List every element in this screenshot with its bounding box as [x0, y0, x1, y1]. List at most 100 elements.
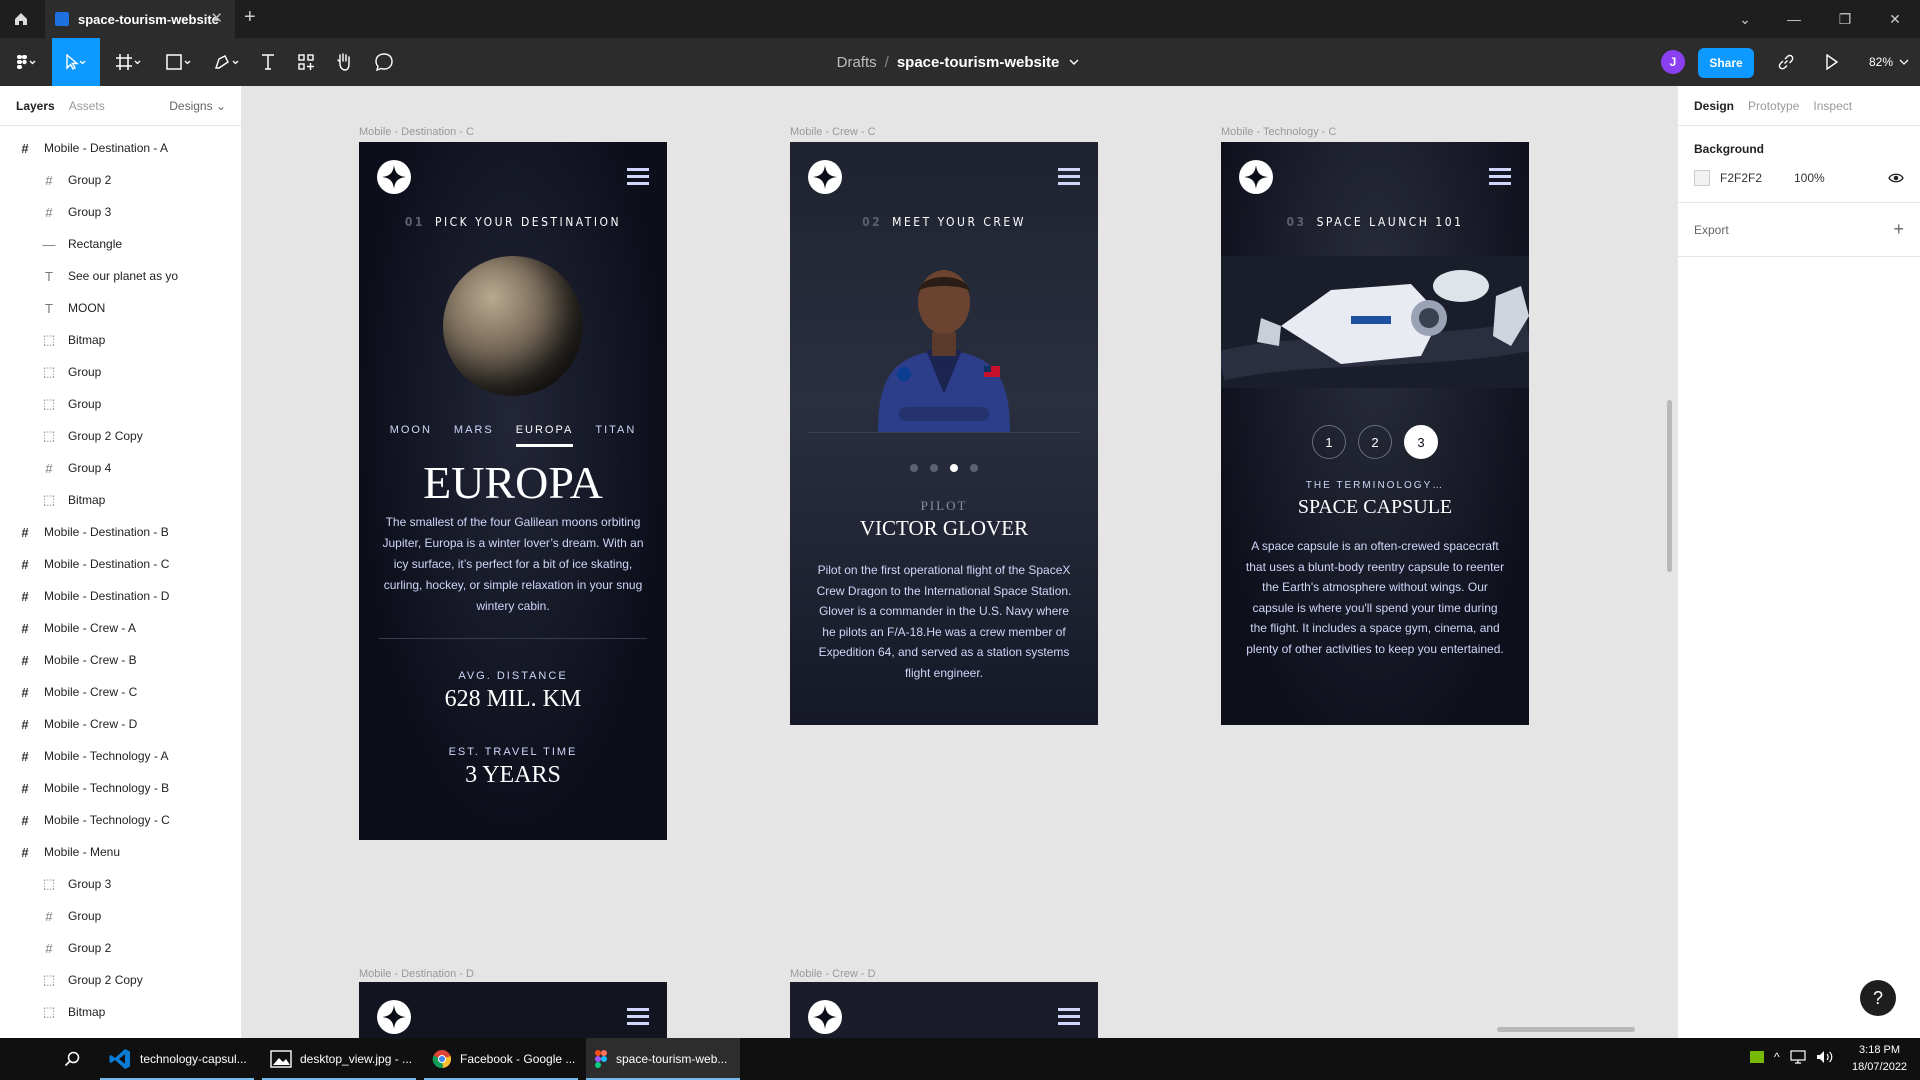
- tab-layers[interactable]: Layers: [16, 99, 55, 113]
- home-button[interactable]: [0, 0, 42, 38]
- tab-mars: MARS: [453, 424, 494, 436]
- layer-item[interactable]: # Mobile - Technology - C: [0, 804, 241, 836]
- frame-label-destination-c[interactable]: Mobile - Destination - C: [359, 126, 474, 138]
- layer-item[interactable]: # Mobile - Destination - A: [0, 132, 241, 164]
- taskbar-photos[interactable]: desktop_view.jpg - ...: [262, 1038, 416, 1080]
- image-viewer-icon: [270, 1050, 292, 1068]
- chevron-up-icon[interactable]: ^: [1774, 1050, 1780, 1064]
- destination-tabs: MOON MARS EUROPA TITAN: [359, 424, 667, 447]
- layer-item[interactable]: ⬚ Group: [0, 356, 241, 388]
- layer-item[interactable]: # Mobile - Crew - B: [0, 644, 241, 676]
- present-button[interactable]: [1816, 38, 1848, 86]
- tab-design[interactable]: Design: [1694, 99, 1734, 113]
- layer-label: Bitmap: [68, 493, 106, 507]
- bg-opacity-input[interactable]: 100%: [1794, 171, 1825, 185]
- layer-item[interactable]: — Rectangle: [0, 228, 241, 260]
- frame-icon: #: [21, 556, 29, 572]
- new-tab-button[interactable]: +: [244, 6, 256, 29]
- heading-text: SPACE LAUNCH 101: [1316, 215, 1464, 229]
- layer-item[interactable]: # Mobile - Destination - C: [0, 548, 241, 580]
- destination-title: EUROPA: [423, 457, 603, 508]
- frame-destination-d[interactable]: [359, 982, 667, 1038]
- frame-destination-c[interactable]: 01 PICK YOUR DESTINATION MOON MARS EUROPA…: [359, 142, 667, 840]
- layer-item[interactable]: # Group 3: [0, 196, 241, 228]
- chevron-down-icon[interactable]: [1065, 56, 1083, 68]
- share-button[interactable]: Share: [1698, 48, 1754, 78]
- frame-icon: #: [45, 908, 53, 924]
- taskbar-figma[interactable]: space-tourism-web...: [586, 1038, 740, 1080]
- clock[interactable]: 3:18 PM 18/07/2022: [1852, 1042, 1907, 1076]
- layer-item[interactable]: T See our planet as yo: [0, 260, 241, 292]
- layer-item[interactable]: ⬚ Group 2 Copy: [0, 964, 241, 996]
- frame-crew-d[interactable]: [790, 982, 1098, 1038]
- pages-dropdown[interactable]: Designs ⌄: [169, 99, 226, 113]
- layer-label: Group 2: [68, 941, 112, 955]
- frame-technology-c[interactable]: 03 SPACE LAUNCH 101 123 THE TERMINOLOGY… …: [1221, 142, 1529, 725]
- search-button[interactable]: [52, 1038, 92, 1080]
- close-window-button[interactable]: ✕: [1872, 0, 1918, 38]
- layer-item[interactable]: ⬚ Group 2 Copy: [0, 420, 241, 452]
- tab-inspect[interactable]: Inspect: [1813, 99, 1852, 113]
- layer-item[interactable]: # Group: [0, 900, 241, 932]
- background-title: Background: [1694, 142, 1765, 156]
- layer-item[interactable]: # Mobile - Technology - A: [0, 740, 241, 772]
- frame-icon: #: [21, 780, 29, 796]
- frame-label-technology-c[interactable]: Mobile - Technology - C: [1221, 126, 1336, 138]
- color-swatch[interactable]: [1694, 170, 1710, 186]
- design-canvas[interactable]: Mobile - Destination - C 01 PICK YOUR DES…: [242, 86, 1677, 1038]
- nvidia-icon[interactable]: [1750, 1051, 1764, 1063]
- zoom-dropdown[interactable]: 82%: [1869, 38, 1911, 86]
- frame-crew-c[interactable]: 02 MEET YOUR CREW PILOT VICTOR GLOVER Pil…: [790, 142, 1098, 725]
- network-icon[interactable]: [1790, 1050, 1806, 1064]
- frame-label-destination-d[interactable]: Mobile - Destination - D: [359, 968, 474, 980]
- breadcrumb-drafts[interactable]: Drafts: [837, 54, 877, 71]
- chevron-down-icon[interactable]: ⌄: [1722, 0, 1768, 38]
- taskbar-app-label: space-tourism-web...: [616, 1052, 728, 1066]
- frame-icon: #: [21, 588, 29, 604]
- avatar[interactable]: J: [1661, 50, 1685, 74]
- help-button[interactable]: ?: [1860, 980, 1896, 1016]
- chrome-icon: [432, 1050, 452, 1069]
- layer-item[interactable]: # Mobile - Destination - B: [0, 516, 241, 548]
- add-export-icon[interactable]: +: [1893, 219, 1904, 240]
- maximize-button[interactable]: ❐: [1822, 0, 1868, 38]
- layer-item[interactable]: ⬚ Bitmap: [0, 324, 241, 356]
- layer-item[interactable]: # Mobile - Technology - B: [0, 772, 241, 804]
- layer-item[interactable]: ⬚ Bitmap: [0, 484, 241, 516]
- layer-item[interactable]: # Group 4: [0, 452, 241, 484]
- layer-item[interactable]: # Group 2: [0, 932, 241, 964]
- layer-item[interactable]: ⬚ Group 3: [0, 868, 241, 900]
- layer-item[interactable]: # Mobile - Crew - D: [0, 708, 241, 740]
- layer-label: Mobile - Destination - B: [44, 525, 169, 539]
- travel-time-label: EST. TRAVEL TIME: [448, 746, 578, 758]
- crew-heading: 02 MEET YOUR CREW: [790, 215, 1098, 229]
- taskbar-chrome[interactable]: Facebook - Google ...: [424, 1038, 578, 1080]
- tab-assets[interactable]: Assets: [69, 99, 105, 113]
- file-name[interactable]: space-tourism-website: [897, 54, 1060, 71]
- crew-name: VICTOR GLOVER: [859, 516, 1029, 540]
- layer-item[interactable]: # Mobile - Menu: [0, 836, 241, 868]
- eye-icon[interactable]: [1888, 172, 1904, 184]
- layer-item[interactable]: ⬚ Bitmap: [0, 996, 241, 1028]
- close-tab-icon[interactable]: ✕: [210, 9, 223, 27]
- distance-value: 628 MIL. KM: [444, 686, 582, 712]
- frame-label-crew-c[interactable]: Mobile - Crew - C: [790, 126, 876, 138]
- tab-prototype[interactable]: Prototype: [1748, 99, 1799, 113]
- file-tab[interactable]: space-tourism-website ✕: [45, 0, 235, 38]
- layer-item[interactable]: # Group 2: [0, 164, 241, 196]
- layer-item[interactable]: ⬚ Group: [0, 388, 241, 420]
- taskbar-vscode[interactable]: technology-capsul...: [100, 1038, 254, 1080]
- frame-icon: #: [21, 716, 29, 732]
- layer-item[interactable]: # Mobile - Crew - A: [0, 612, 241, 644]
- vertical-scrollbar[interactable]: [1667, 400, 1672, 572]
- volume-icon[interactable]: [1816, 1050, 1834, 1064]
- minimize-button[interactable]: —: [1771, 0, 1817, 38]
- layer-item[interactable]: # Mobile - Crew - C: [0, 676, 241, 708]
- frame-label-crew-d[interactable]: Mobile - Crew - D: [790, 968, 876, 980]
- slider-dot: [930, 464, 938, 472]
- layer-item[interactable]: T MOON: [0, 292, 241, 324]
- horizontal-scrollbar[interactable]: [1497, 1027, 1635, 1032]
- copy-link-button[interactable]: [1770, 38, 1802, 86]
- layer-item[interactable]: # Mobile - Destination - D: [0, 580, 241, 612]
- bg-hex-input[interactable]: F2F2F2: [1720, 171, 1794, 185]
